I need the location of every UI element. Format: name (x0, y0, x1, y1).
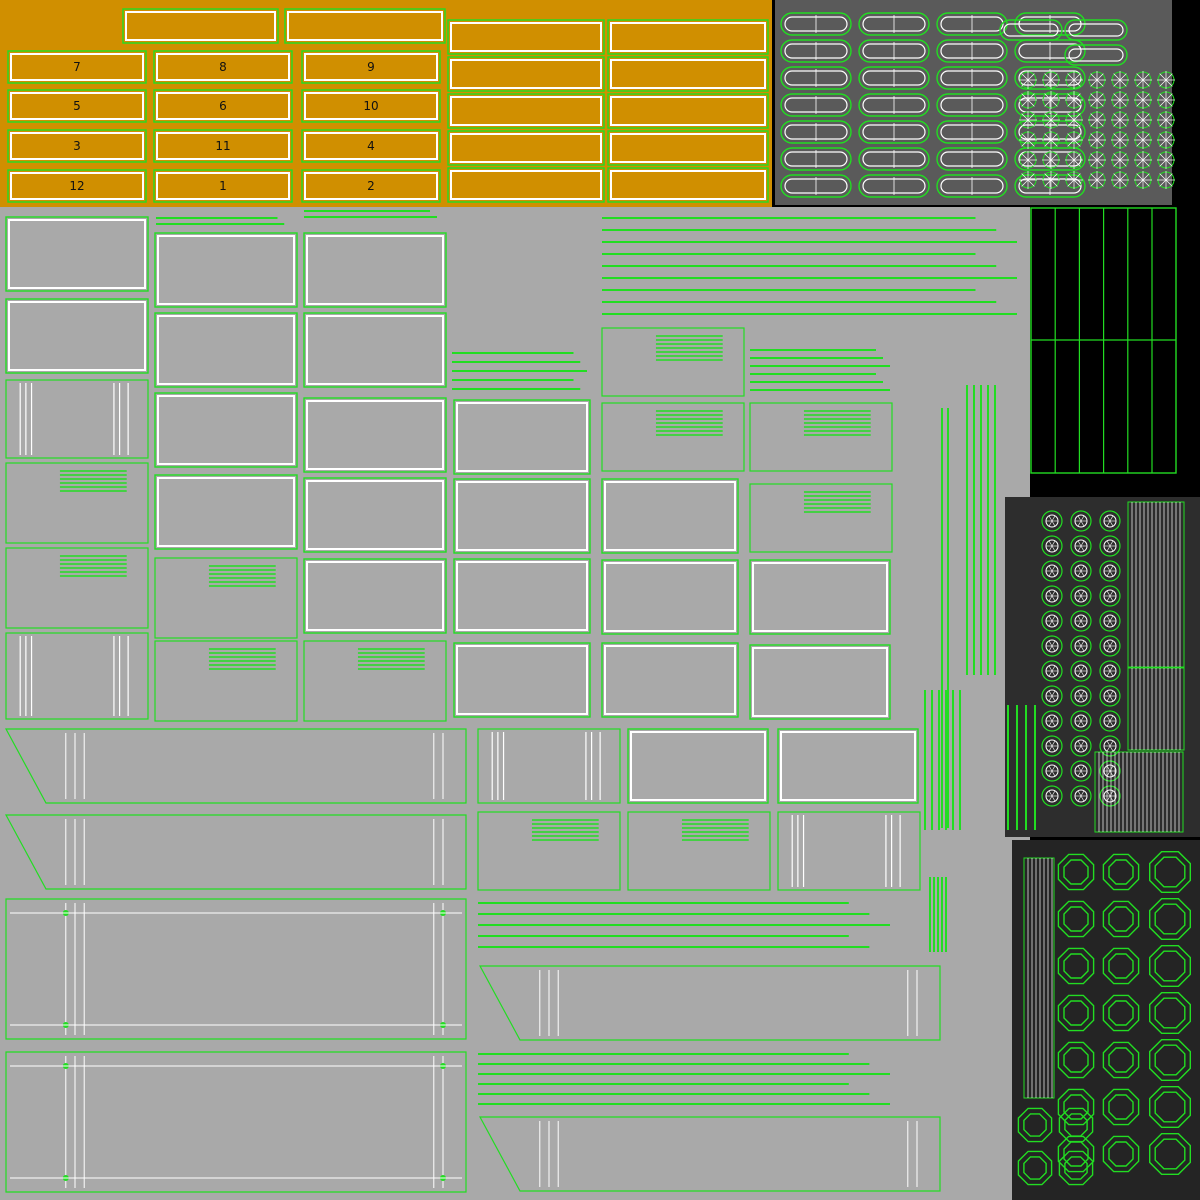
uv-texture-atlas: 7 8 9 5 6 10 3 11 4 12 1 2 (0, 0, 1200, 1200)
radial-gear (1019, 91, 1037, 109)
orange-panel-label: 4 (367, 139, 375, 153)
radial-gear (1042, 71, 1060, 89)
radial-gear (1042, 131, 1060, 149)
radial-gear (1111, 91, 1129, 109)
radial-gear (1042, 111, 1060, 129)
radial-gear (1157, 91, 1175, 109)
radial-gear (1042, 171, 1060, 189)
orange-panel-label: 10 (363, 99, 378, 113)
radial-gear (1111, 171, 1129, 189)
radial-gear (1065, 131, 1083, 149)
radial-gear (1088, 171, 1106, 189)
radial-gear (1088, 111, 1106, 129)
uv-layout-canvas: 7 8 95 6 103 11 412 1 2 (0, 0, 1200, 1200)
radial-gear (1134, 91, 1152, 109)
radial-gear (1111, 71, 1129, 89)
radial-gear (1134, 131, 1152, 149)
orange-panel-label: 2 (367, 179, 375, 193)
radial-gear (1065, 91, 1083, 109)
orange-panel-label: 9 (367, 60, 375, 74)
radial-gear (1157, 171, 1175, 189)
radial-gear (1111, 151, 1129, 169)
radial-gear (1111, 131, 1129, 149)
radial-gear (1019, 151, 1037, 169)
radial-gear (1088, 91, 1106, 109)
orange-panel-label: 3 (73, 139, 81, 153)
radial-gear (1088, 71, 1106, 89)
radial-gear (1157, 131, 1175, 149)
orange-panel-label: 12 (69, 179, 84, 193)
radial-gear (1111, 111, 1129, 129)
orange-region (0, 0, 772, 207)
radial-gear (1088, 151, 1106, 169)
radial-gear (1042, 91, 1060, 109)
orange-panel-label: 7 (73, 60, 81, 74)
radial-gear (1065, 71, 1083, 89)
radial-gear (1042, 151, 1060, 169)
radial-gear (1157, 111, 1175, 129)
radial-gear (1019, 131, 1037, 149)
radial-gear (1134, 151, 1152, 169)
orange-panel-label: 6 (219, 99, 227, 113)
radial-gear (1019, 111, 1037, 129)
radial-gear (1157, 151, 1175, 169)
radial-gear (1065, 111, 1083, 129)
radial-gear (1065, 151, 1083, 169)
radial-gear (1134, 111, 1152, 129)
radial-gear (1088, 131, 1106, 149)
orange-panel-label: 1 (219, 179, 227, 193)
radial-gear (1019, 71, 1037, 89)
orange-panel-label: 5 (73, 99, 81, 113)
radial-gear (1134, 171, 1152, 189)
orange-panel-label: 11 (215, 139, 230, 153)
radial-gear (1019, 171, 1037, 189)
radial-gear (1134, 71, 1152, 89)
orange-panel-label: 8 (219, 60, 227, 74)
radial-gear (1157, 71, 1175, 89)
radial-gear (1065, 171, 1083, 189)
gray-region-lower (1000, 330, 1005, 835)
